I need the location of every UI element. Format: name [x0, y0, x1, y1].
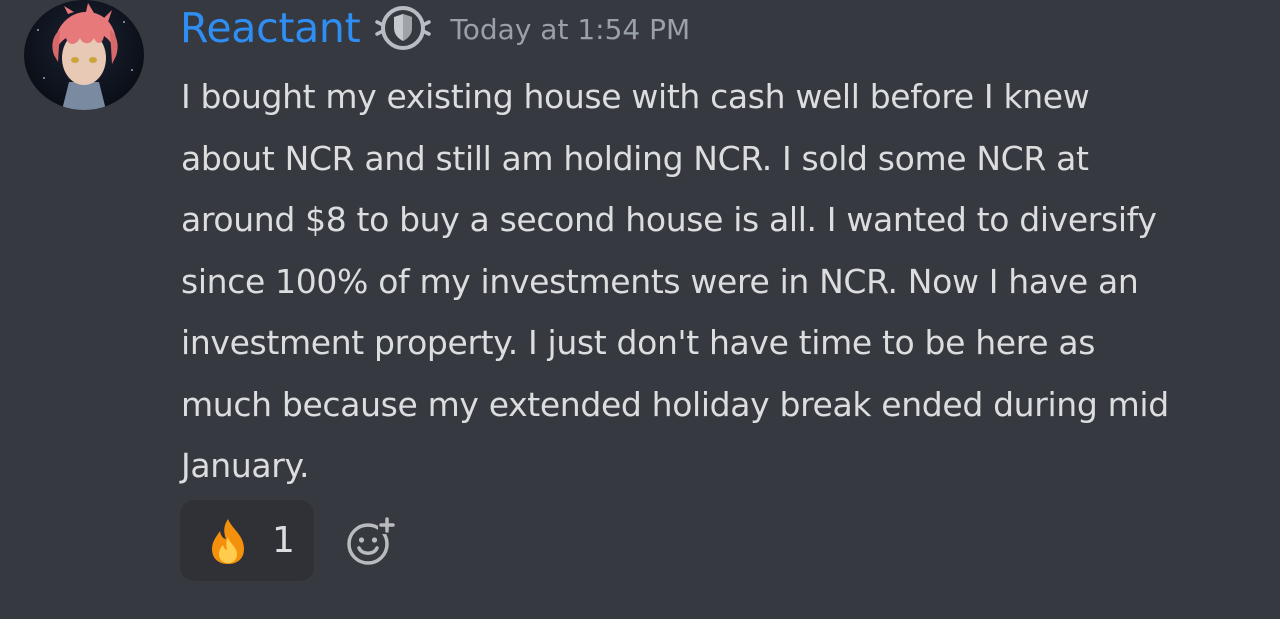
message-line: since 100% of my investments were in NCR… — [181, 261, 1139, 301]
avatar[interactable] — [24, 0, 144, 110]
message-content: I bought my existing house with cash wel… — [181, 66, 1271, 497]
message-line: around $8 to buy a second house is all. … — [181, 200, 1157, 239]
avatar-image — [37, 3, 133, 110]
reaction-count: 1 — [272, 519, 295, 561]
username[interactable]: Reactant — [180, 2, 361, 54]
message-timestamp: Today at 1:54 PM — [450, 13, 691, 46]
reactions-bar: 1 — [180, 500, 396, 581]
message-header: Reactant Today at 1:54 PM — [180, 2, 690, 54]
reaction-fire[interactable]: 1 — [180, 500, 314, 581]
message-line: much because my extended holiday break e… — [181, 384, 1169, 424]
message-line: about NCR and still am holding NCR. I so… — [181, 138, 1089, 178]
message-line: I bought my existing house with cash wel… — [181, 77, 1090, 116]
message-line: January. — [181, 446, 310, 485]
shield-badge-icon[interactable] — [374, 3, 432, 53]
add-reaction-icon[interactable] — [346, 515, 396, 566]
fire-emoji-icon — [206, 517, 250, 565]
chat-message: Reactant Today at 1:54 PM I bought my ex… — [0, 0, 1280, 619]
message-line: investment property. I just don't have t… — [181, 323, 1096, 362]
